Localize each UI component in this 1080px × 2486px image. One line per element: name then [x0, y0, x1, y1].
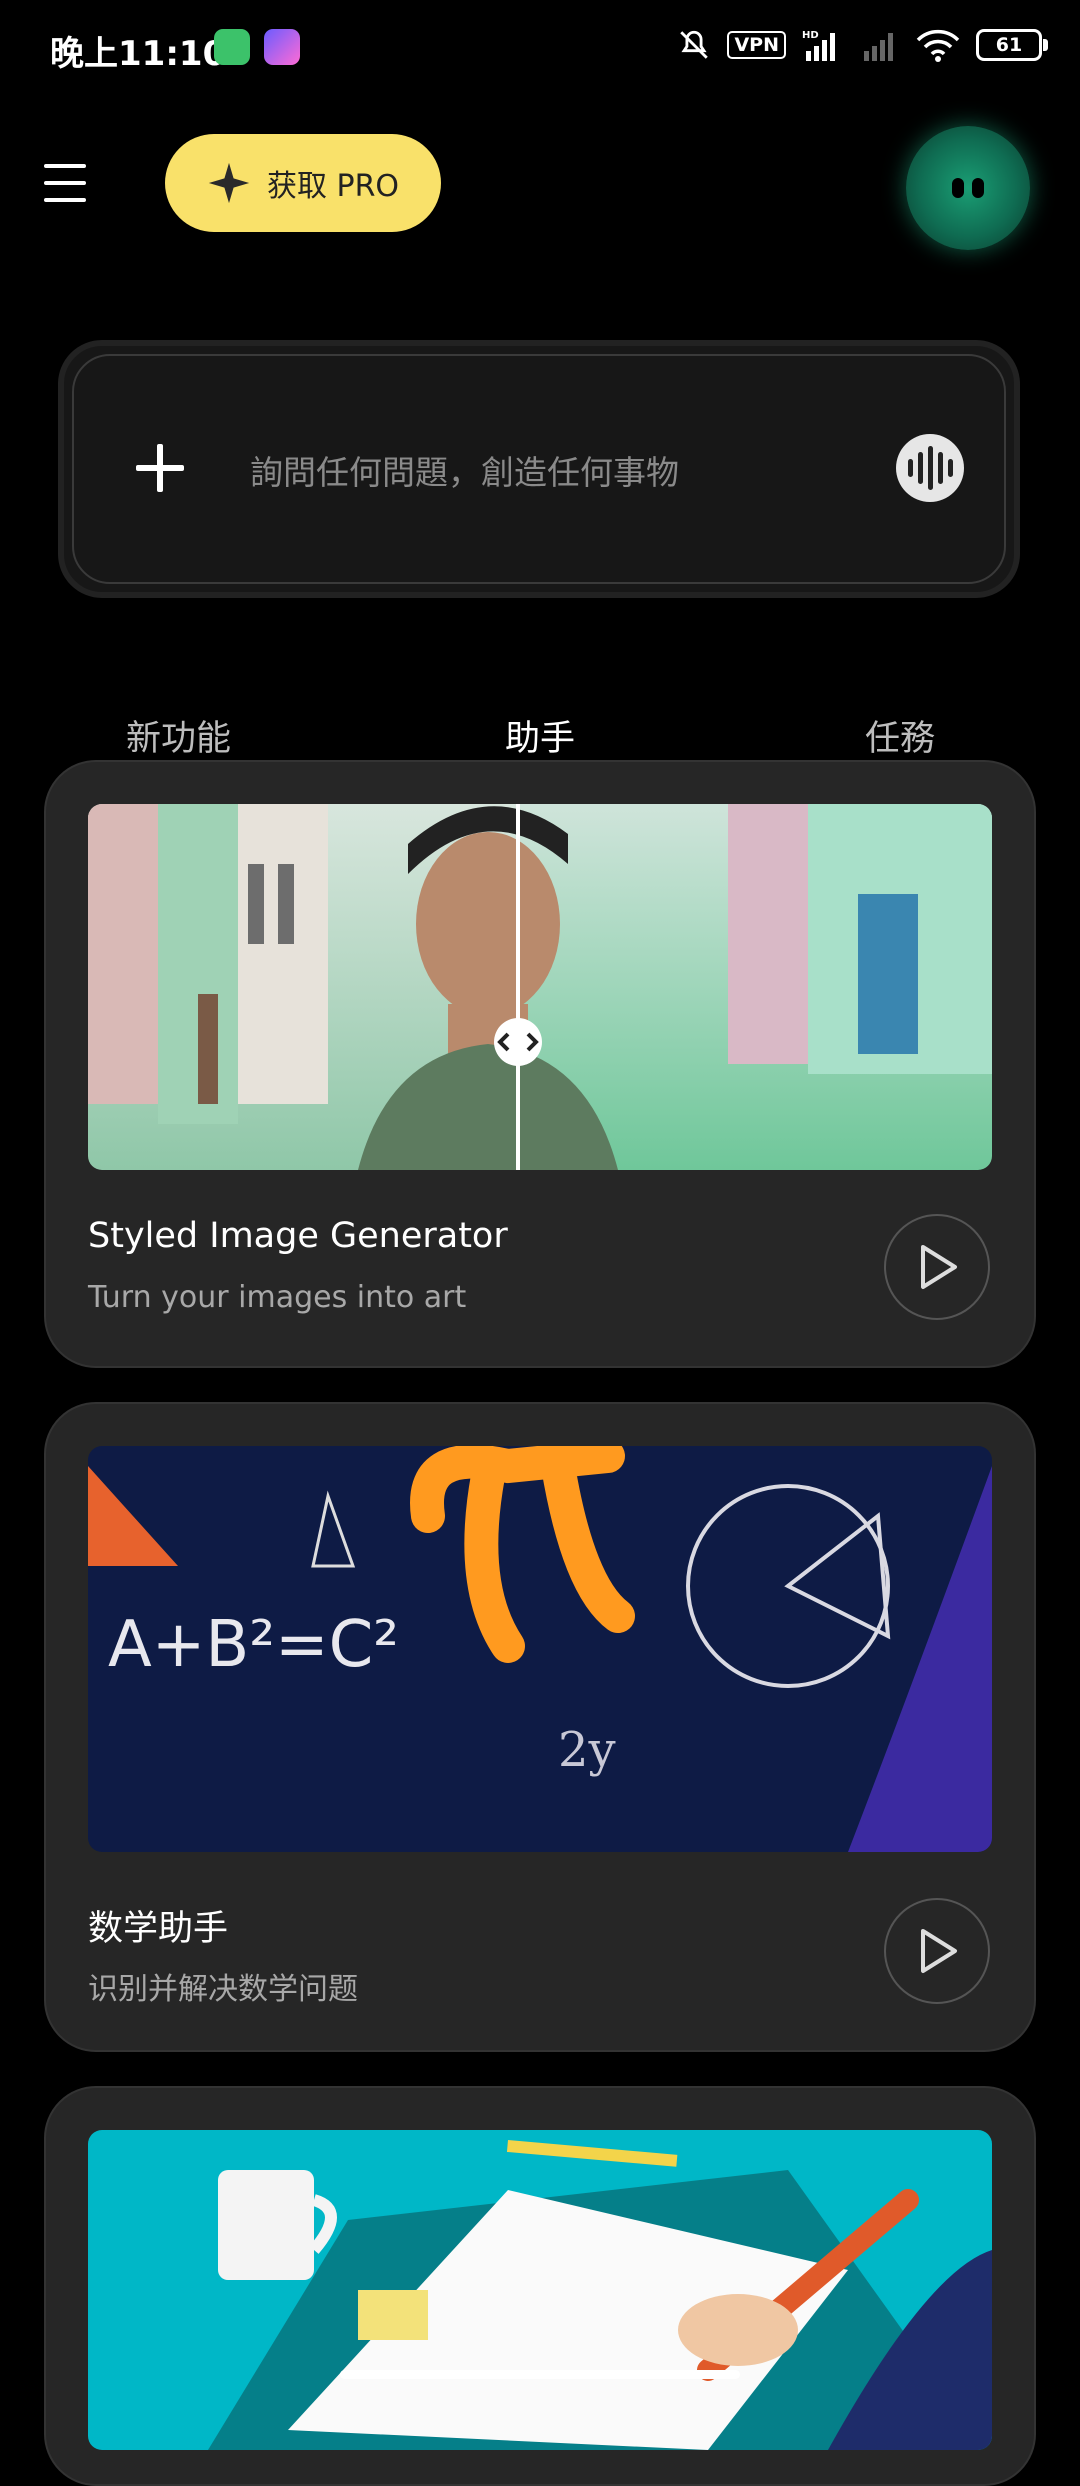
- menu-icon[interactable]: [44, 164, 86, 202]
- card-title: 数学助手: [88, 1909, 229, 1949]
- avatar[interactable]: [906, 126, 1030, 250]
- voice-icon[interactable]: [896, 434, 964, 502]
- writing-illustration: [88, 2130, 992, 2450]
- play-button[interactable]: [884, 1214, 990, 1320]
- status-time: 晚上11:10: [50, 34, 227, 74]
- card-image-styled: [88, 804, 992, 1170]
- wifi-icon: [916, 29, 960, 62]
- card-subtitle: Turn your images into art: [88, 1280, 467, 1315]
- play-icon: [921, 1929, 957, 1973]
- get-pro-label: 获取 PRO: [266, 169, 400, 204]
- get-pro-button[interactable]: 获取 PRO: [165, 134, 441, 232]
- play-button[interactable]: [884, 1898, 990, 2004]
- card-writing[interactable]: [44, 2086, 1036, 2486]
- vpn-badge: VPN: [727, 31, 786, 59]
- tab-new-features[interactable]: 新功能: [126, 710, 231, 761]
- styled-preview-illustration: [88, 804, 992, 1170]
- status-bar: 晚上11:10 VPN HD 61: [0, 0, 1080, 96]
- math-var: 2y: [558, 1722, 616, 1778]
- sparkle-icon: [208, 162, 250, 204]
- math-formula: A+B²=C²: [108, 1608, 399, 1682]
- battery-indicator: 61: [976, 29, 1048, 61]
- card-subtitle: 识别并解决数学问题: [88, 1972, 358, 2007]
- alien-app-icon: [214, 29, 250, 65]
- play-icon: [921, 1245, 957, 1289]
- top-bar: 获取 PRO: [0, 120, 1080, 250]
- plus-icon[interactable]: [136, 444, 184, 492]
- card-image-writing: [88, 2130, 992, 2450]
- avatar-eye-left: [952, 178, 964, 198]
- card-styled-image-generator[interactable]: Styled Image Generator Turn your images …: [44, 760, 1036, 1368]
- ask-input[interactable]: 詢問任何問題，創造任何事物: [250, 446, 679, 494]
- ask-box: 詢問任何問題，創造任何事物: [58, 340, 1020, 598]
- card-image-math: A+B²=C² 2y: [88, 1446, 992, 1852]
- avatar-eye-right: [972, 178, 984, 198]
- card-title: Styled Image Generator: [88, 1216, 508, 1256]
- tab-tasks[interactable]: 任務: [865, 710, 935, 761]
- signal-icon: HD: [802, 30, 835, 61]
- card-math-assistant[interactable]: A+B²=C² 2y 数学助手 识别并解决数学问题: [44, 1402, 1036, 2052]
- math-illustration: A+B²=C² 2y: [88, 1446, 992, 1852]
- tab-assistant[interactable]: 助手: [505, 710, 575, 761]
- svg-text:HD: HD: [802, 30, 819, 41]
- mute-bell-icon: [680, 30, 709, 59]
- home-indicator[interactable]: [340, 2370, 740, 2379]
- signal-weak-icon: [864, 33, 893, 61]
- rocket-app-icon: [264, 29, 300, 65]
